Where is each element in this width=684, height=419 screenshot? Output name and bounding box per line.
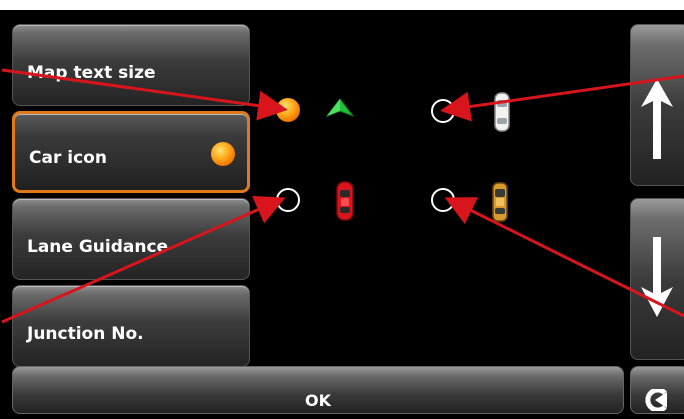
back-arrow-icon <box>645 389 667 411</box>
nav-settings-screen: Map text size Car icon Lane Guidance Jun… <box>0 10 684 419</box>
yellow-car-icon <box>492 182 508 222</box>
radio-option-green-arrow[interactable] <box>276 98 300 122</box>
radio-option-red-car[interactable] <box>276 188 300 212</box>
back-button[interactable] <box>630 366 684 414</box>
red-car-icon <box>336 181 354 221</box>
radio-option-yellow-car[interactable] <box>431 188 455 212</box>
white-car-icon <box>494 92 510 132</box>
radio-option-white-car[interactable] <box>431 99 455 123</box>
selected-indicator-icon <box>211 142 235 166</box>
menu-item-car-icon[interactable]: Car icon <box>12 111 250 193</box>
menu-item-label: Lane Guidance <box>27 237 169 257</box>
ok-button-label: OK <box>305 391 331 410</box>
menu-item-label: Car icon <box>29 148 107 168</box>
arrow-down-icon <box>641 237 673 317</box>
arrow-up-icon <box>641 79 673 159</box>
menu-item-junction-no[interactable]: Junction No. <box>12 285 250 367</box>
green-arrow-icon <box>326 98 354 117</box>
menu-item-label: Junction No. <box>27 324 144 344</box>
ok-button[interactable]: OK <box>12 366 624 414</box>
scroll-down-button[interactable] <box>630 198 684 360</box>
menu-item-lane-guidance[interactable]: Lane Guidance <box>12 198 250 280</box>
scroll-up-button[interactable] <box>630 24 684 186</box>
menu-item-map-text-size[interactable]: Map text size <box>12 24 250 106</box>
menu-item-label: Map text size <box>27 63 156 83</box>
